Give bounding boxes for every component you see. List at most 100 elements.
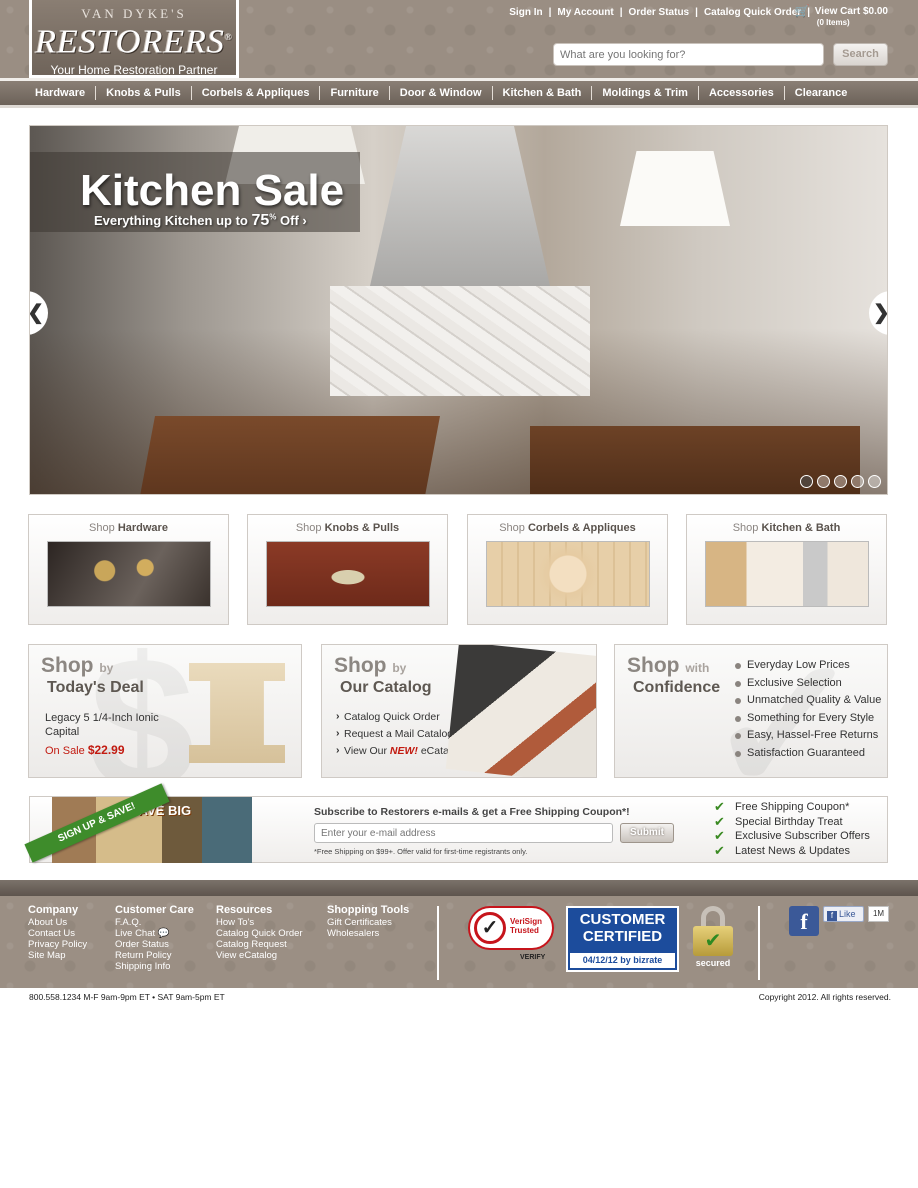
facebook-like-button[interactable]: f Like <box>823 906 864 922</box>
site-header: VAN DYKE'S RESTORERS® Your Home Restorat… <box>0 0 918 78</box>
secured-label: secured <box>695 958 731 968</box>
privacy-policy-link[interactable]: Privacy Policy <box>28 939 87 950</box>
hero-subtitle[interactable]: Everything Kitchen up to 75% Off › <box>94 212 307 230</box>
about-us-link[interactable]: About Us <box>28 917 87 928</box>
catalog-quick-order-link[interactable]: Catalog Quick Order <box>336 710 463 723</box>
panel-shop-heading: Shop by <box>334 654 407 677</box>
logo-top-text: VAN DYKE'S <box>81 6 187 21</box>
footer-shopping-tools: Shopping Tools Gift Certificates Wholesa… <box>327 904 410 940</box>
footer-divider <box>437 906 439 980</box>
confidence-item: Unmatched Quality & Value <box>735 694 881 706</box>
verisign-trusted-badge[interactable]: ✓ VeriSign Trusted VERIFY <box>468 906 554 961</box>
shop-corbels-appliques-tile[interactable]: Shop Corbels & Appliques <box>467 514 668 625</box>
customer-certified-badge[interactable]: CUSTOMER CERTIFIED 04/12/12 by bizrate <box>566 906 679 972</box>
nav-corbels-appliques[interactable]: Corbels & Appliques <box>192 86 321 100</box>
deal-product-name[interactable]: Legacy 5 1/4-Inch Ionic Capital <box>45 711 175 739</box>
todays-deal-panel[interactable]: $ Shop by Today's Deal Legacy 5 1/4-Inch… <box>28 644 302 778</box>
return-policy-link[interactable]: Return Policy <box>115 950 194 961</box>
hero-banner[interactable]: Kitchen Sale Everything Kitchen up to 75… <box>29 125 888 495</box>
kitchen-bath-photo <box>705 541 869 607</box>
nav-clearance[interactable]: Clearance <box>785 86 858 100</box>
hero-title: Kitchen Sale <box>80 166 345 215</box>
catalog-quick-order-link[interactable]: Catalog Quick Order <box>216 928 303 939</box>
shop-hardware-tile[interactable]: Shop Hardware <box>28 514 229 625</box>
order-status-link[interactable]: Order Status <box>629 7 690 18</box>
search-input[interactable] <box>553 43 824 66</box>
verisign-verify: VERIFY <box>520 954 546 961</box>
nav-moldings-trim[interactable]: Moldings & Trim <box>592 86 699 100</box>
corbels-appliques-photo <box>486 541 650 607</box>
hero-slide-dot[interactable] <box>851 475 864 488</box>
logo-main-text: RESTORERS® <box>35 23 233 61</box>
main-nav: Hardware Knobs & Pulls Corbels & Appliqu… <box>0 78 918 108</box>
hero-pendant-lamp <box>620 151 730 226</box>
footer-stripe <box>0 880 918 896</box>
hero-next-arrow-icon[interactable]: ❯ <box>869 291 887 335</box>
signup-fine-print: *Free Shipping on $99+. Offer valid for … <box>314 847 528 856</box>
logo-tagline: Your Home Restoration Partner <box>50 63 218 78</box>
facebook-icon[interactable]: f <box>789 906 819 936</box>
search-button[interactable]: Search <box>833 43 888 66</box>
catalog-covers-photo[interactable] <box>445 645 596 777</box>
secured-lock-badge[interactable]: ✔ secured <box>693 906 733 968</box>
hero-slide-dot[interactable] <box>817 475 830 488</box>
signup-title: Subscribe to Restorers e-mails & get a F… <box>314 806 630 818</box>
view-ecatalog-link[interactable]: View Our NEW! eCatalog <box>336 744 463 757</box>
hero-slide-dot[interactable] <box>834 475 847 488</box>
site-map-link[interactable]: Site Map <box>28 950 87 961</box>
tile-label: Shop Hardware <box>89 522 168 534</box>
confidence-panel: ✓ Shop with Confidence Everyday Low Pric… <box>614 644 888 778</box>
hero-slide-dot[interactable] <box>868 475 881 488</box>
contact-us-link[interactable]: Contact Us <box>28 928 87 939</box>
nav-door-window[interactable]: Door & Window <box>390 86 493 100</box>
footer-heading: Shopping Tools <box>327 904 410 916</box>
email-field[interactable] <box>314 823 613 843</box>
benefit-item: Special Birthday Treat <box>714 815 870 830</box>
how-tos-link[interactable]: How To's <box>216 917 303 928</box>
copyright: Copyright 2012. All rights reserved. <box>758 992 891 1002</box>
tile-label: Shop Knobs & Pulls <box>295 522 400 534</box>
nav-knobs-pulls[interactable]: Knobs & Pulls <box>96 86 192 100</box>
facebook-small-icon: f <box>827 911 837 921</box>
knobs-pulls-photo <box>266 541 430 607</box>
catalog-request-link[interactable]: Catalog Request <box>216 939 303 950</box>
hardware-photo <box>47 541 211 607</box>
nav-furniture[interactable]: Furniture <box>320 86 390 100</box>
faq-link[interactable]: F.A.Q. <box>115 917 194 928</box>
request-mail-catalog-link[interactable]: Request a Mail Catalog <box>336 727 463 740</box>
nav-kitchen-bath[interactable]: Kitchen & Bath <box>493 86 593 100</box>
top-links: Sign In | My Account | Order Status | Catal… <box>509 7 810 18</box>
hero-prev-arrow-icon[interactable]: ❮ <box>30 291 48 335</box>
shipping-info-link[interactable]: Shipping Info <box>115 961 194 972</box>
order-status-link[interactable]: Order Status <box>115 939 194 950</box>
tile-label: Shop Corbels & Appliques <box>499 522 636 534</box>
hero-slide-dot[interactable] <box>800 475 813 488</box>
certified-date: 04/12/12 by bizrate <box>570 953 675 968</box>
deal-product-photo[interactable] <box>189 663 285 763</box>
shop-kitchen-bath-tile[interactable]: Shop Kitchen & Bath <box>686 514 887 625</box>
deal-price: On Sale $22.99 <box>45 743 125 757</box>
panel-shop-heading: Shop by <box>41 654 114 677</box>
view-cart-link[interactable]: 🛒 View Cart $0.00 (0 Items) <box>795 5 888 28</box>
checkmark-icon: ✓ <box>474 912 506 944</box>
cart-item-count: (0 Items) <box>816 18 850 27</box>
certified-label: CUSTOMER CERTIFIED <box>579 911 666 945</box>
my-account-link[interactable]: My Account <box>557 7 613 18</box>
wholesalers-link[interactable]: Wholesalers <box>327 928 409 939</box>
hero-range-hood <box>370 126 550 286</box>
view-ecatalog-link[interactable]: View eCatalog <box>216 950 303 961</box>
catalog-quick-order-link[interactable]: Catalog Quick Order <box>704 7 801 18</box>
live-chat-link[interactable]: Live Chat 💬 <box>115 928 194 939</box>
benefit-item: Exclusive Subscriber Offers <box>714 829 870 844</box>
submit-button[interactable]: Submit <box>620 823 674 843</box>
site-logo[interactable]: VAN DYKE'S RESTORERS® Your Home Restorat… <box>29 0 239 78</box>
facebook-like-count: 1M <box>868 906 889 922</box>
nav-accessories[interactable]: Accessories <box>699 86 785 100</box>
nav-hardware[interactable]: Hardware <box>25 86 97 100</box>
hero-kitchen-island <box>140 416 440 494</box>
tile-label: Shop Kitchen & Bath <box>732 522 841 534</box>
gift-certificates-link[interactable]: Gift Certificates <box>327 917 409 928</box>
benefit-item: Latest News & Updates <box>714 844 870 859</box>
shop-knobs-pulls-tile[interactable]: Shop Knobs & Pulls <box>247 514 448 625</box>
sign-in-link[interactable]: Sign In <box>509 7 542 18</box>
